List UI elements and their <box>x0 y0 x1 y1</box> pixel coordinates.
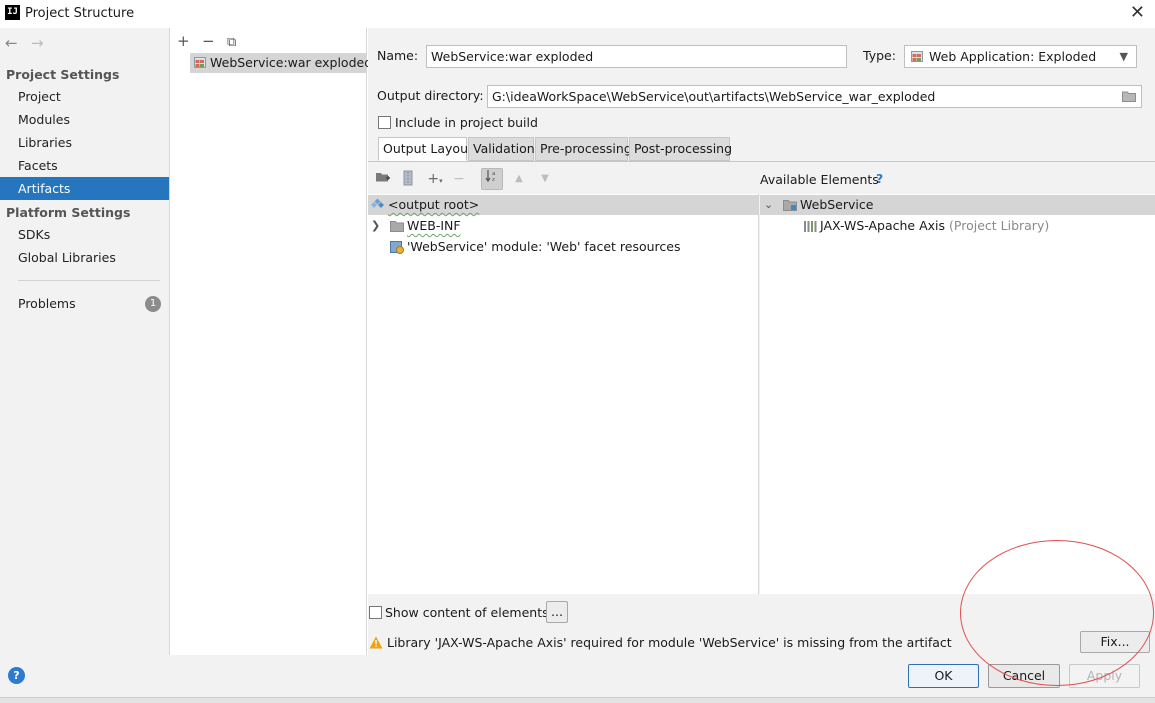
sidebar-item-problems[interactable]: Problems 1 <box>0 292 169 315</box>
output-root-icon <box>371 198 384 208</box>
sidebar-item-modules[interactable]: Modules <box>0 108 169 131</box>
title-bar: IJ Project Structure ✕ <box>0 0 1155 28</box>
add-icon[interactable]: + <box>177 32 202 50</box>
ok-button[interactable]: OK <box>908 664 979 688</box>
back-arrow-icon[interactable]: ← <box>5 34 31 52</box>
output-directory-value: G:\ideaWorkSpace\WebService\out\artifact… <box>492 89 936 104</box>
chevron-right-icon[interactable]: ❯ <box>371 216 380 236</box>
type-label: Type: <box>863 48 896 63</box>
facet-resources-label: 'WebService' module: 'Web' facet resourc… <box>407 239 681 254</box>
include-in-build-checkbox[interactable] <box>378 116 391 129</box>
tree-row-webservice-module[interactable]: ⌄ WebService <box>760 195 1155 215</box>
ellipsis-button[interactable]: ... <box>546 601 568 623</box>
sidebar-item-project[interactable]: Project <box>0 85 169 108</box>
war-artifact-icon <box>194 57 206 68</box>
show-content-label: Show content of elements <box>385 605 549 620</box>
archive-icon[interactable] <box>399 170 417 188</box>
library-name: JAX-WS-Apache Axis <box>820 218 946 233</box>
fix-button[interactable]: Fix... <box>1080 631 1150 653</box>
web-inf-label: WEB-INF <box>407 218 461 233</box>
sidebar-item-global-libraries[interactable]: Global Libraries <box>0 246 169 269</box>
output-root-label: <output root> <box>388 197 480 212</box>
type-select-value: Web Application: Exploded <box>929 49 1097 64</box>
tab-output-layout[interactable]: Output Layout <box>378 137 473 161</box>
type-select[interactable]: Web Application: Exploded ▼ <box>904 45 1137 68</box>
sort-elements-icon[interactable]: az <box>481 168 503 190</box>
sidebar-item-libraries[interactable]: Libraries <box>0 131 169 154</box>
warning-message: Library 'JAX-WS-Apache Axis' required fo… <box>387 635 952 650</box>
artifact-item[interactable]: WebService:war exploded <box>190 53 372 73</box>
module-folder-icon <box>783 200 797 211</box>
tree-row-output-root[interactable]: <output root> <box>368 195 759 215</box>
show-content-checkbox[interactable] <box>369 606 382 619</box>
available-elements-header: Available Elements ? <box>760 162 1155 194</box>
sidebar-item-facets[interactable]: Facets <box>0 154 169 177</box>
tab-post-processing[interactable]: Post-processing <box>629 137 732 161</box>
help-icon[interactable]: ? <box>876 171 883 186</box>
artifact-toolbar: + − ⧉ <box>177 32 252 50</box>
artifact-list-panel: + − ⧉ WebService:war exploded <box>170 28 372 655</box>
taskbar-strip <box>0 697 1155 703</box>
layout-toolbar: +▾ − az ▲ ▼ <box>368 162 759 194</box>
cancel-button[interactable]: Cancel <box>988 664 1060 688</box>
move-down-icon[interactable]: ▼ <box>536 170 554 188</box>
library-suffix: (Project Library) <box>949 218 1050 233</box>
tree-row-library[interactable]: JAX-WS-Apache Axis (Project Library) <box>760 216 1155 236</box>
dialog-footer: ? OK Cancel Apply <box>0 655 1155 697</box>
move-up-icon[interactable]: ▲ <box>510 170 528 188</box>
sidebar-item-artifacts[interactable]: Artifacts <box>0 177 169 200</box>
include-in-build-label: Include in project build <box>395 115 538 130</box>
apply-button[interactable]: Apply <box>1069 664 1140 688</box>
forward-arrow-icon[interactable]: → <box>31 34 57 52</box>
layout-bottom-bar: Show content of elements ... Library 'JA… <box>368 594 1155 655</box>
webservice-module-label: WebService <box>800 197 874 212</box>
project-settings-header: Project Settings <box>6 67 120 82</box>
help-icon[interactable]: ? <box>8 667 25 684</box>
close-icon[interactable]: ✕ <box>1130 3 1145 23</box>
library-icon <box>804 221 817 232</box>
problems-label: Problems <box>18 296 76 311</box>
remove-element-icon[interactable]: − <box>450 170 468 188</box>
tree-row-web-inf[interactable]: ❯ WEB-INF <box>368 216 759 236</box>
artifact-item-label: WebService:war exploded <box>210 55 373 70</box>
chevron-down-icon[interactable]: ⌄ <box>764 195 773 215</box>
tab-validation[interactable]: Validation <box>468 137 535 161</box>
module-resources-icon <box>390 241 404 254</box>
new-directory-icon[interactable] <box>374 170 392 188</box>
warning-icon <box>369 636 383 649</box>
remove-icon[interactable]: − <box>202 32 227 50</box>
intellij-logo-icon: IJ <box>5 5 20 20</box>
folder-browse-icon[interactable] <box>1122 90 1136 102</box>
copy-icon[interactable]: ⧉ <box>227 35 252 50</box>
output-directory-label: Output directory: <box>377 88 484 103</box>
available-elements-tree: ⌄ WebService JAX-WS-Apache Axis (Project… <box>760 194 1155 594</box>
sidebar: ← → Project Settings Project Modules Libr… <box>0 28 170 655</box>
name-field[interactable]: WebService:war exploded <box>426 45 847 68</box>
available-elements-label: Available Elements <box>760 172 879 187</box>
svg-text:z: z <box>492 177 495 183</box>
problems-count-badge: 1 <box>145 296 161 312</box>
chevron-down-icon: ▼ <box>1119 50 1128 63</box>
output-directory-field[interactable]: G:\ideaWorkSpace\WebService\out\artifact… <box>487 85 1142 108</box>
tree-row-facet-resources[interactable]: 'WebService' module: 'Web' facet resourc… <box>368 237 759 257</box>
sidebar-item-sdks[interactable]: SDKs <box>0 223 169 246</box>
artifact-editor: Name: WebService:war exploded Type: Web … <box>368 28 1155 655</box>
folder-icon <box>390 221 404 232</box>
output-layout-tree: <output root> ❯ WEB-INF 'WebService' mod… <box>368 194 759 594</box>
name-label: Name: <box>377 48 419 63</box>
tab-pre-processing[interactable]: Pre-processing <box>535 137 632 161</box>
nav-arrows: ← → <box>5 34 57 52</box>
platform-settings-header: Platform Settings <box>6 205 131 220</box>
window-title: Project Structure <box>25 6 135 21</box>
sidebar-divider <box>18 280 160 281</box>
add-copy-of-icon[interactable]: +▾ <box>426 170 444 188</box>
web-app-icon <box>911 51 923 62</box>
